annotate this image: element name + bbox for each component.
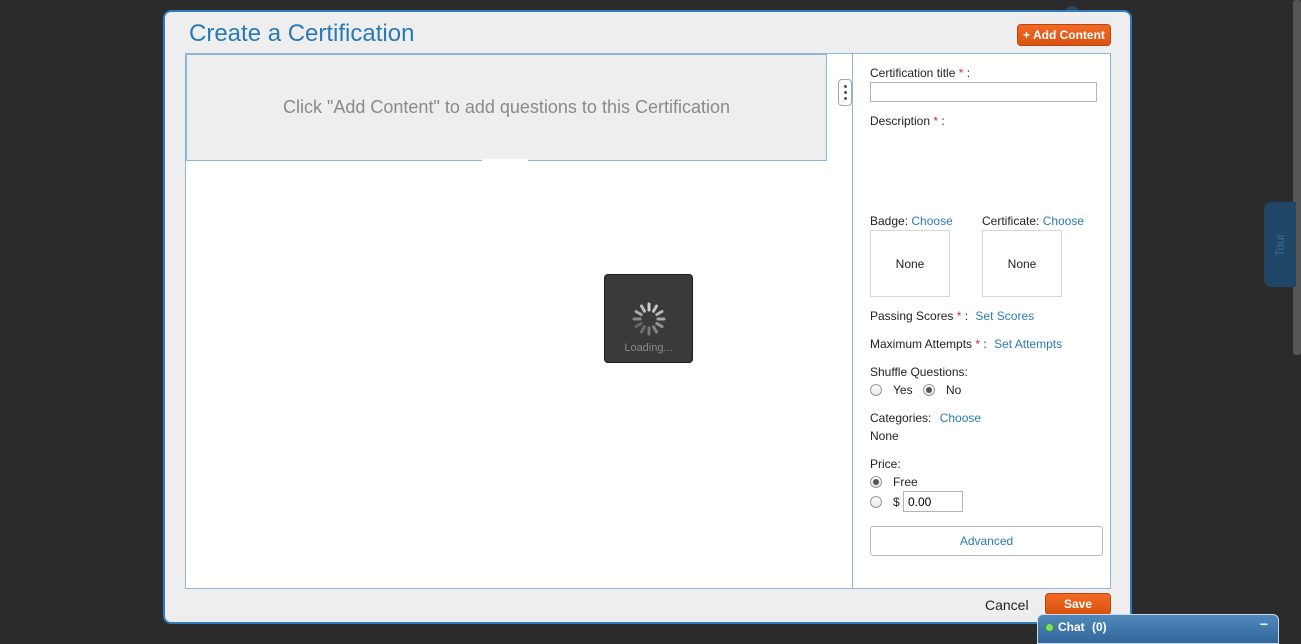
add-content-button[interactable]: + Add Content [1017,24,1111,46]
chat-label-text: Chat [1058,620,1085,634]
certificate-preview: None [982,230,1062,297]
certification-title-label: Certification title * : [870,66,970,80]
description-editor[interactable] [870,130,1100,200]
certification-title-input[interactable] [870,82,1097,102]
empty-questions-placeholder: Click "Add Content" to add questions to … [186,54,827,161]
tour-tab[interactable]: Tour [1264,202,1296,287]
cancel-button[interactable]: Cancel [985,597,1029,613]
spinner-icon [632,302,666,336]
certificate-label-text: Certificate: [982,214,1040,228]
loading-text: Loading... [624,342,673,354]
shuffle-questions-label: Shuffle Questions: [870,365,968,379]
content-area: Click "Add Content" to add questions to … [185,53,1111,589]
background-scrollbar[interactable] [1293,0,1301,355]
maximum-attempts-label: Maximum Attempts * : Set Attempts [870,337,1062,351]
loading-indicator: Loading... [604,274,693,363]
chat-widget[interactable]: Chat (0) − [1037,614,1279,644]
colon: : [983,337,987,351]
shuffle-yes-label: Yes [893,383,913,397]
price-free-label: Free [893,475,918,489]
set-attempts-link[interactable]: Set Attempts [994,337,1062,351]
shuffle-no-label: No [946,383,962,397]
maximum-attempts-label-text: Maximum Attempts [870,337,973,351]
chat-count: (0) [1092,620,1107,634]
settings-pane: Certification title * : Description * : … [852,54,1110,588]
save-button[interactable]: Save [1045,593,1111,615]
price-paid-radio[interactable] [870,496,882,508]
categories-label-text: Categories: [870,411,932,425]
categories-value: None [870,429,899,443]
price-label: Price: [870,457,901,471]
description-label-text: Description [870,114,931,128]
splitter-dot [844,91,847,94]
required-marker: * [975,337,981,351]
required-marker: * [956,309,962,323]
certificate-choose-link[interactable]: Choose [1043,214,1084,228]
colon: : [966,66,971,80]
chat-label: Chat (0) [1058,620,1107,634]
required-marker: * [958,66,964,80]
certificate-label: Certificate: Choose [982,214,1084,228]
badge-label-text: Badge: [870,214,909,228]
dialog-title: Create a Certification [189,20,415,47]
required-marker: * [933,114,939,128]
minimize-icon[interactable]: − [1260,616,1268,632]
categories-choose-link[interactable]: Choose [940,411,981,425]
shuffle-no-radio[interactable] [923,384,935,396]
badge-choose-link[interactable]: Choose [911,214,952,228]
price-currency-symbol: $ [893,495,900,509]
colon: : [941,114,945,128]
passing-scores-label-text: Passing Scores [870,309,954,323]
splitter-dot [844,97,847,100]
passing-scores-label: Passing Scores * : Set Scores [870,309,1034,323]
questions-pane: Click "Add Content" to add questions to … [186,54,852,588]
placeholder-gap [482,159,528,162]
colon: : [964,309,969,323]
certification-title-label-text: Certification title [870,66,956,80]
advanced-button[interactable]: Advanced [870,526,1103,556]
price-amount-input[interactable] [903,491,963,512]
price-free-radio[interactable] [870,476,882,488]
description-label: Description * : [870,114,945,128]
badge-preview: None [870,230,950,297]
categories-label: Categories: Choose [870,411,981,425]
shuffle-yes-radio[interactable] [870,384,882,396]
pane-splitter-handle[interactable] [838,79,852,106]
tour-tab-label: Tour [1273,232,1287,257]
create-certification-dialog: Create a Certification + Add Content Cli… [163,10,1132,624]
online-status-icon [1045,623,1054,632]
badge-label: Badge: Choose [870,214,953,228]
splitter-dot [844,85,847,88]
set-scores-link[interactable]: Set Scores [975,309,1034,323]
